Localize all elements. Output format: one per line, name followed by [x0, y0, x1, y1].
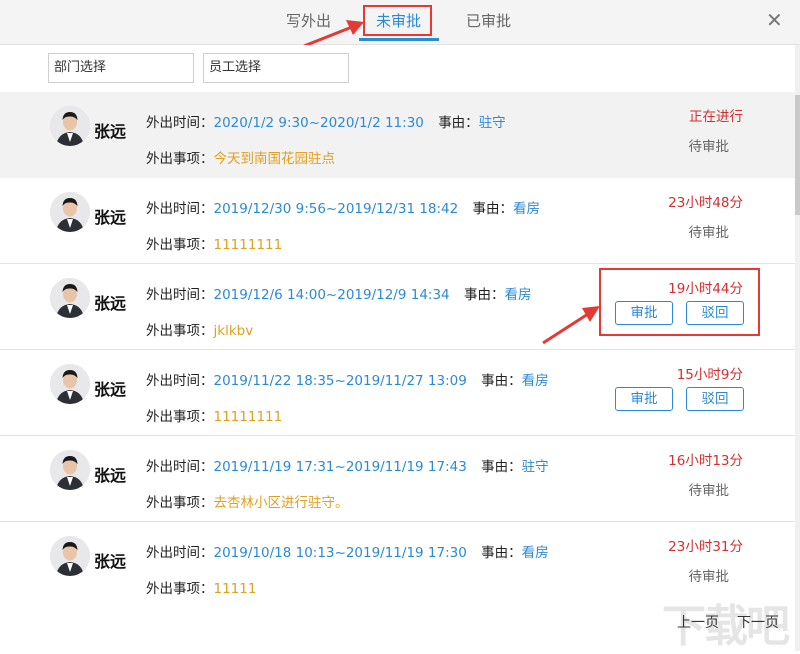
tab-approved[interactable]: 已审批	[466, 10, 511, 31]
status-badge: 待审批	[688, 139, 730, 155]
outing-time: 2019/11/19 17:31~2019/11/19 17:43	[213, 459, 467, 475]
remaining-time: 16小时13分	[668, 453, 743, 469]
outing-matter-line: 外出事项：去杏林小区进行驻守。	[146, 491, 349, 511]
outing-reason: 驻守	[521, 459, 549, 475]
outing-time-line: 外出时间：2019/12/30 9:56~2019/12/31 18:42 事由…	[146, 197, 540, 217]
employee-name: 张远	[94, 552, 127, 571]
outing-time: 2019/11/22 18:35~2019/11/27 13:09	[213, 373, 467, 389]
employee-name: 张远	[94, 294, 127, 313]
avatar	[50, 364, 90, 404]
outing-matter-line: 外出事项：11111111	[146, 405, 282, 425]
outing-matter-line: 外出事项：今天到南国花园驻点	[146, 147, 335, 167]
list-item[interactable]: 张远 外出时间：2019/11/22 18:35~2019/11/27 13:0…	[0, 350, 795, 436]
reason-label: 事由：	[463, 287, 505, 303]
list-item[interactable]: 张远 外出时间：2020/1/2 9:30~2020/1/2 11:30 事由：…	[0, 92, 795, 178]
outing-time: 2019/12/30 9:56~2019/12/31 18:42	[213, 201, 459, 217]
employee-select[interactable]: 员工选择	[203, 53, 349, 83]
status-badge: 待审批	[688, 483, 730, 499]
person-avatar-icon	[50, 364, 90, 404]
reason-label: 事由：	[481, 373, 522, 389]
outing-list: 张远 外出时间：2020/1/2 9:30~2020/1/2 11:30 事由：…	[0, 92, 795, 607]
department-select[interactable]: 部门选择	[48, 53, 194, 83]
outing-matter: 11111	[213, 581, 257, 597]
matter-label: 外出事项：	[146, 237, 214, 253]
outing-time-line: 外出时间：2019/11/22 18:35~2019/11/27 13:09 事…	[146, 369, 549, 389]
outing-matter-line: 外出事项：11111	[146, 577, 256, 597]
matter-label: 外出事项：	[146, 581, 214, 597]
outing-reason: 驻守	[478, 115, 506, 131]
person-avatar-icon	[50, 536, 90, 576]
time-label: 外出时间：	[146, 287, 214, 303]
remaining-time: 15小时9分	[676, 367, 743, 383]
employee-name: 张远	[94, 466, 127, 485]
reason-label: 事由：	[481, 545, 522, 561]
outing-time: 2020/1/2 9:30~2020/1/2 11:30	[213, 115, 424, 131]
remaining-time: 23小时48分	[668, 195, 743, 211]
actions-highlight-box	[599, 268, 760, 336]
employee-name: 张远	[94, 208, 127, 227]
outing-reason: 看房	[521, 545, 549, 561]
outing-time: 2019/10/18 10:13~2019/11/19 17:30	[213, 545, 467, 561]
person-avatar-icon	[50, 106, 90, 146]
matter-label: 外出事项：	[146, 409, 214, 425]
outing-reason: 看房	[521, 373, 549, 389]
avatar	[50, 106, 90, 146]
outing-time-line: 外出时间：2019/10/18 10:13~2019/11/19 17:30 事…	[146, 541, 549, 561]
avatar	[50, 278, 90, 318]
annotation-arrow-actions	[542, 306, 600, 345]
outing-time: 2019/12/6 14:00~2019/12/9 14:34	[213, 287, 450, 303]
next-page-link[interactable]: 下一页	[737, 612, 779, 632]
outing-matter: jklkbv	[213, 323, 254, 339]
scrollbar-thumb[interactable]	[795, 95, 800, 215]
tab-highlight-box	[363, 5, 432, 36]
outing-time-line: 外出时间：2020/1/2 9:30~2020/1/2 11:30 事由：驻守	[146, 111, 506, 131]
reject-button[interactable]: 驳回	[686, 387, 744, 411]
close-icon[interactable]: ✕	[766, 10, 783, 30]
outing-matter: 11111111	[213, 237, 283, 253]
avatar	[50, 536, 90, 576]
outing-matter: 今天到南国花园驻点	[213, 151, 336, 167]
outing-matter: 去杏林小区进行驻守。	[213, 495, 349, 511]
avatar	[50, 192, 90, 232]
outing-time-line: 外出时间：2019/11/19 17:31~2019/11/19 17:43 事…	[146, 455, 549, 475]
list-item[interactable]: 张远 外出时间：2019/11/19 17:31~2019/11/19 17:4…	[0, 436, 795, 522]
outing-matter-line: 外出事项：jklkbv	[146, 319, 253, 339]
person-avatar-icon	[50, 192, 90, 232]
avatar	[50, 450, 90, 490]
time-label: 外出时间：	[146, 201, 214, 217]
remaining-time: 23小时31分	[668, 539, 743, 555]
prev-page-link[interactable]: 上一页	[677, 612, 719, 632]
person-avatar-icon	[50, 278, 90, 318]
reason-label: 事由：	[481, 459, 522, 475]
employee-name: 张远	[94, 380, 127, 399]
outing-reason: 看房	[504, 287, 532, 303]
time-label: 外出时间：	[146, 115, 214, 131]
outing-time-line: 外出时间：2019/12/6 14:00~2019/12/9 14:34 事由：…	[146, 283, 531, 303]
active-tab-underline	[359, 38, 439, 41]
employee-name: 张远	[94, 122, 127, 141]
reason-label: 事由：	[472, 201, 514, 217]
status-badge: 待审批	[688, 569, 730, 585]
outing-matter-line: 外出事项：11111111	[146, 233, 282, 253]
remaining-time: 正在进行	[689, 109, 743, 125]
status-badge: 待审批	[688, 225, 730, 241]
person-avatar-icon	[50, 450, 90, 490]
matter-label: 外出事项：	[146, 151, 214, 167]
outing-matter: 11111111	[213, 409, 283, 425]
time-label: 外出时间：	[146, 373, 214, 389]
matter-label: 外出事项：	[146, 495, 214, 511]
time-label: 外出时间：	[146, 459, 214, 475]
list-item[interactable]: 张远 外出时间：2019/12/30 9:56~2019/12/31 18:42…	[0, 178, 795, 264]
matter-label: 外出事项：	[146, 323, 214, 339]
time-label: 外出时间：	[146, 545, 214, 561]
outing-reason: 看房	[513, 201, 541, 217]
approve-button[interactable]: 审批	[615, 387, 673, 411]
filter-bar: 部门选择 员工选择	[0, 45, 800, 92]
reason-label: 事由：	[438, 115, 479, 131]
